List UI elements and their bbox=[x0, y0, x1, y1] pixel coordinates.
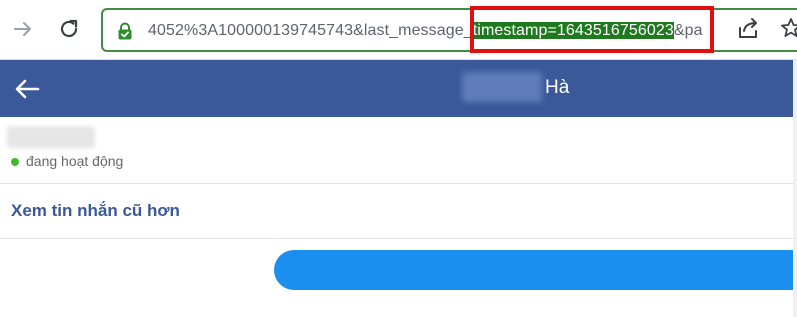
page: 4052%3A100000139745743&last_message_time… bbox=[0, 0, 797, 317]
forward-button[interactable] bbox=[8, 13, 38, 45]
contact-name: Hà bbox=[545, 77, 570, 98]
share-icon[interactable] bbox=[735, 15, 763, 43]
redacted-username bbox=[7, 126, 95, 148]
arrow-left-icon[interactable] bbox=[14, 77, 40, 101]
contact-status: đang hoạt động bbox=[0, 117, 797, 184]
url-text: 4052%3A100000139745743&last_message_time… bbox=[148, 22, 703, 40]
url-visible: 4052%3A100000139745743&last_message_ bbox=[148, 22, 473, 39]
online-dot bbox=[11, 158, 19, 166]
arrow-forward-icon bbox=[14, 22, 31, 36]
message-bubble: n bbox=[274, 250, 797, 290]
star-icon[interactable] bbox=[779, 16, 797, 40]
reload-button[interactable] bbox=[54, 13, 84, 45]
browser-toolbar: 4052%3A100000139745743&last_message_time… bbox=[0, 0, 797, 60]
reload-icon bbox=[60, 19, 78, 38]
scrollbar-track[interactable] bbox=[793, 60, 797, 317]
url-tail: &pa bbox=[673, 22, 703, 39]
redacted-name bbox=[462, 72, 542, 102]
chat-header: Hà bbox=[0, 60, 797, 117]
older-messages-row: Xem tin nhắn cũ hơn bbox=[0, 184, 797, 239]
status-text: đang hoạt động bbox=[26, 153, 124, 169]
url-highlighted-timestamp: timestamp=1643516756023 bbox=[472, 22, 674, 39]
older-messages-link[interactable]: Xem tin nhắn cũ hơn bbox=[11, 201, 180, 221]
lock-icon bbox=[118, 22, 132, 40]
address-bar[interactable]: 4052%3A100000139745743&last_message_time… bbox=[101, 8, 797, 52]
